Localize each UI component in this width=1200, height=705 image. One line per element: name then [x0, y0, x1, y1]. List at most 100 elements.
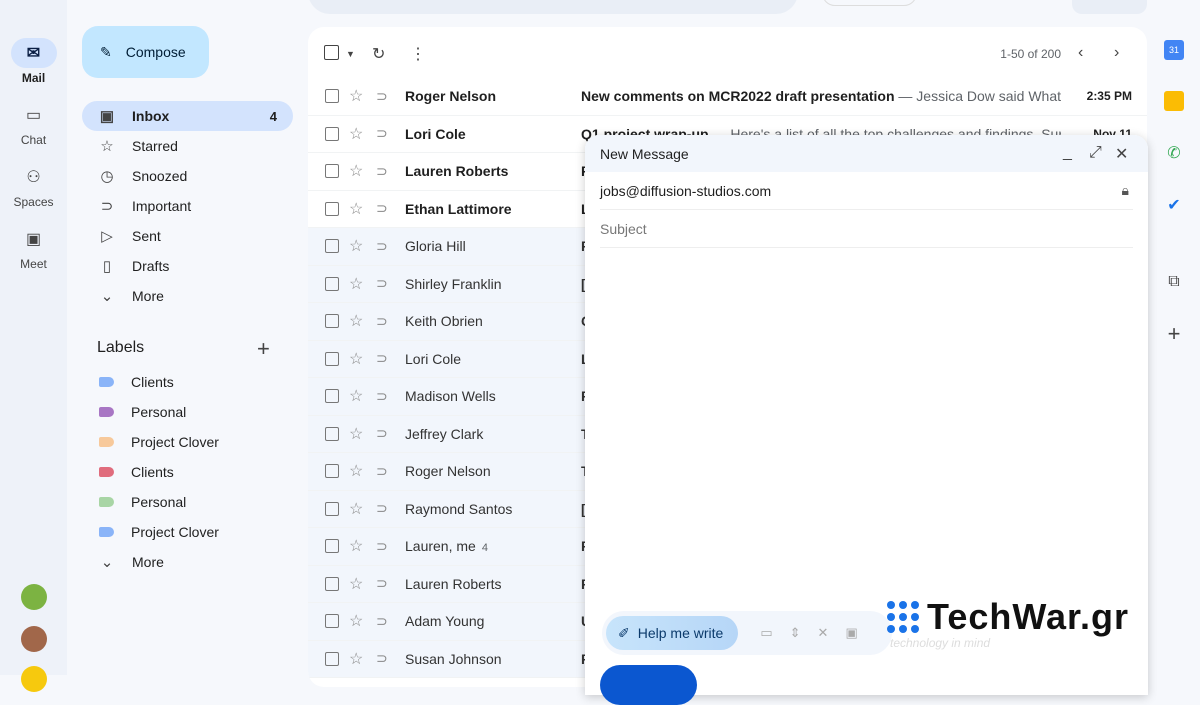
star-icon[interactable]: ☆ — [349, 424, 363, 444]
row-checkbox[interactable] — [325, 539, 339, 553]
label-item[interactable]: Clients — [82, 367, 293, 397]
sidebar-item-drafts[interactable]: ▯Drafts — [82, 251, 293, 281]
labels-more[interactable]: ⌄More — [82, 547, 293, 577]
search-bar[interactable] — [308, 0, 798, 14]
shorten-icon[interactable]: ✕ — [818, 625, 829, 641]
row-checkbox[interactable] — [325, 89, 339, 103]
row-checkbox[interactable] — [325, 464, 339, 478]
select-all-checkbox[interactable] — [324, 45, 339, 60]
row-checkbox[interactable] — [325, 577, 339, 591]
star-icon[interactable]: ☆ — [349, 536, 363, 556]
row-checkbox[interactable] — [325, 202, 339, 216]
expand-icon[interactable]: ⤢ — [1089, 144, 1102, 162]
important-icon[interactable]: ⊃ — [376, 125, 388, 142]
row-checkbox[interactable] — [325, 239, 339, 253]
important-icon[interactable]: ⊃ — [376, 575, 388, 592]
important-icon[interactable]: ⊃ — [376, 500, 388, 517]
lock-icon[interactable]: 🔒︎ — [1122, 182, 1129, 199]
keep-icon[interactable] — [1164, 91, 1184, 111]
important-icon[interactable]: ⊃ — [376, 350, 388, 367]
row-checkbox[interactable] — [325, 502, 339, 516]
row-checkbox[interactable] — [325, 652, 339, 666]
to-field[interactable]: jobs@diffusion-studios.com🔒︎ — [600, 172, 1133, 210]
help-me-write-button[interactable]: ✐Help me write — [606, 616, 738, 650]
row-checkbox[interactable] — [325, 352, 339, 366]
important-icon[interactable]: ⊃ — [376, 238, 388, 255]
rail-meet[interactable]: ▣Meet — [0, 224, 67, 271]
subject-field[interactable]: Subject — [600, 210, 1133, 248]
rewrite-icon[interactable]: ▣ — [845, 625, 857, 641]
send-button[interactable] — [600, 665, 697, 705]
sidebar-item-important[interactable]: ⊃Important — [82, 191, 293, 221]
more-vert-icon[interactable]: ⋮ — [410, 44, 426, 64]
star-icon[interactable]: ☆ — [349, 499, 363, 519]
label-item[interactable]: Project Clover — [82, 427, 293, 457]
row-checkbox[interactable] — [325, 614, 339, 628]
star-icon[interactable]: ☆ — [349, 124, 363, 144]
compose-button[interactable]: ✎Compose — [82, 26, 209, 78]
important-icon[interactable]: ⊃ — [376, 650, 388, 667]
formal-icon[interactable]: ▭ — [760, 625, 772, 641]
account-area[interactable] — [1072, 0, 1147, 14]
important-icon[interactable]: ⊃ — [376, 313, 388, 330]
addons-icon[interactable]: ⧉ — [1164, 272, 1184, 292]
select-dropdown-icon[interactable]: ▼ — [346, 49, 355, 59]
avatar[interactable] — [21, 584, 47, 610]
star-icon[interactable]: ☆ — [349, 86, 363, 106]
email-row[interactable]: ☆⊃Roger NelsonNew comments on MCR2022 dr… — [308, 78, 1147, 116]
avatar[interactable] — [21, 666, 47, 692]
star-icon[interactable]: ☆ — [349, 611, 363, 631]
label-item[interactable]: Personal — [82, 397, 293, 427]
important-icon[interactable]: ⊃ — [376, 538, 388, 555]
prev-page-icon[interactable]: ‹ — [1078, 44, 1083, 62]
important-icon[interactable]: ⊃ — [376, 88, 388, 105]
tasks-icon[interactable]: ✔ — [1164, 195, 1184, 215]
next-page-icon[interactable]: › — [1114, 44, 1119, 62]
row-checkbox[interactable] — [325, 164, 339, 178]
star-icon[interactable]: ☆ — [349, 161, 363, 181]
important-icon[interactable]: ⊃ — [376, 163, 388, 180]
rail-chat[interactable]: ▭Chat — [0, 100, 67, 147]
rail-mail[interactable]: ✉Mail — [0, 38, 67, 85]
status-button[interactable] — [822, 0, 917, 6]
label-item[interactable]: Clients — [82, 457, 293, 487]
add-label-icon[interactable]: + — [257, 336, 270, 362]
label-item[interactable]: Project Clover — [82, 517, 293, 547]
elaborate-icon[interactable]: ⇕ — [790, 625, 801, 641]
rail-spaces[interactable]: ⚇Spaces — [0, 162, 67, 209]
important-icon[interactable]: ⊃ — [376, 463, 388, 480]
sidebar-item-starred[interactable]: ☆Starred — [82, 131, 293, 161]
label-item[interactable]: Personal — [82, 487, 293, 517]
star-icon[interactable]: ☆ — [349, 349, 363, 369]
star-icon[interactable]: ☆ — [349, 461, 363, 481]
star-icon[interactable]: ☆ — [349, 574, 363, 594]
star-icon[interactable]: ☆ — [349, 199, 363, 219]
star-icon[interactable]: ☆ — [349, 311, 363, 331]
star-icon[interactable]: ☆ — [349, 649, 363, 669]
important-icon[interactable]: ⊃ — [376, 388, 388, 405]
close-icon[interactable]: ✕ — [1115, 144, 1128, 164]
important-icon[interactable]: ⊃ — [376, 425, 388, 442]
sidebar-item-sent[interactable]: ▷Sent — [82, 221, 293, 251]
sidebar-item-snoozed[interactable]: ◷Snoozed — [82, 161, 293, 191]
add-icon[interactable]: + — [1164, 324, 1184, 344]
row-checkbox[interactable] — [325, 427, 339, 441]
star-icon[interactable]: ☆ — [349, 236, 363, 256]
phone-icon[interactable]: ✆ — [1164, 143, 1184, 163]
row-checkbox[interactable] — [325, 389, 339, 403]
star-icon[interactable]: ☆ — [349, 274, 363, 294]
clock-icon: ◷ — [98, 167, 116, 185]
avatar[interactable] — [21, 626, 47, 652]
row-checkbox[interactable] — [325, 127, 339, 141]
refresh-icon[interactable]: ↻ — [372, 44, 385, 64]
minimize-icon[interactable]: _ — [1063, 144, 1072, 162]
sidebar-item-inbox[interactable]: ▣Inbox4 — [82, 101, 293, 131]
row-checkbox[interactable] — [325, 277, 339, 291]
calendar-icon[interactable]: 31 — [1164, 40, 1184, 60]
star-icon[interactable]: ☆ — [349, 386, 363, 406]
row-checkbox[interactable] — [325, 314, 339, 328]
important-icon[interactable]: ⊃ — [376, 200, 388, 217]
sidebar-item-more[interactable]: ⌄More — [82, 281, 293, 311]
important-icon[interactable]: ⊃ — [376, 613, 388, 630]
important-icon[interactable]: ⊃ — [376, 275, 388, 292]
